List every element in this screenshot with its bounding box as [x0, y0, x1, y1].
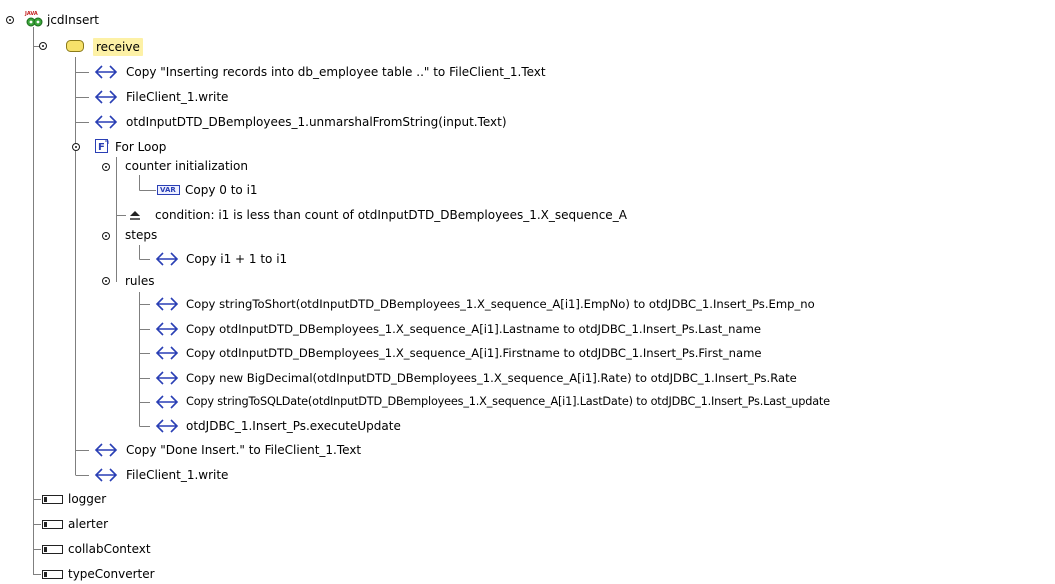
field-alerter[interactable]: alerter: [68, 515, 108, 533]
rules-item-empno[interactable]: Copy stringToShort(otdInputDTD_DBemploye…: [186, 295, 815, 313]
receive-expand-toggle[interactable]: [39, 42, 47, 50]
arrow-icon: [155, 370, 179, 386]
field-icon: [42, 494, 64, 506]
for-loop-expand-toggle[interactable]: [72, 143, 80, 151]
arrow-icon: [94, 64, 118, 80]
steps-expand-toggle[interactable]: [102, 232, 110, 240]
tree-item-copy-0-to-i1[interactable]: Copy 0 to i1: [185, 181, 258, 199]
svg-text:JAVA: JAVA: [24, 11, 38, 17]
arrow-icon: [94, 442, 118, 458]
tree-item-fileclient-write[interactable]: FileClient_1.write: [126, 88, 228, 106]
rules-item-lastdate[interactable]: Copy stringToSQLDate(otdInputDTD_DBemplo…: [186, 393, 830, 411]
rules-expand-toggle[interactable]: [102, 277, 110, 285]
rules-item-execute-update[interactable]: otdJDBC_1.Insert_Ps.executeUpdate: [186, 417, 401, 435]
field-logger[interactable]: logger: [68, 490, 106, 508]
var-icon-text: VAR: [160, 186, 176, 194]
receive-label[interactable]: receive: [93, 38, 143, 56]
rules-label[interactable]: rules: [125, 272, 155, 290]
condition-icon: [128, 208, 142, 222]
tree-item-fileclient-write-2[interactable]: FileClient_1.write: [126, 466, 228, 484]
arrow-icon: [155, 418, 179, 434]
tree-item-copy-i1-plus-1[interactable]: Copy i1 + 1 to i1: [186, 250, 287, 268]
arrow-icon: [155, 394, 179, 410]
arrow-icon: [155, 296, 179, 312]
rules-item-lastname[interactable]: Copy otdInputDTD_DBemployees_1.X_sequenc…: [186, 320, 761, 338]
tree-item-copy-done-insert[interactable]: Copy "Done Insert." to FileClient_1.Text: [126, 441, 361, 459]
root-expand-toggle[interactable]: [6, 16, 14, 24]
arrow-icon: [155, 345, 179, 361]
field-icon: [42, 544, 64, 556]
tree-item-copy-inserting[interactable]: Copy "Inserting records into db_employee…: [126, 63, 546, 81]
rules-item-rate[interactable]: Copy new BigDecimal(otdInputDTD_DBemploy…: [186, 369, 797, 387]
field-icon: [42, 569, 64, 581]
svg-text:F: F: [98, 142, 105, 153]
arrow-icon: [94, 89, 118, 105]
steps-label[interactable]: steps: [125, 226, 157, 244]
for-loop-label[interactable]: For Loop: [115, 138, 166, 156]
for-loop-icon: F: [94, 138, 110, 155]
field-type-converter[interactable]: typeConverter: [68, 565, 155, 583]
tree-item-unmarshal[interactable]: otdInputDTD_DBemployees_1.unmarshalFromS…: [126, 113, 507, 131]
folder-icon: [65, 38, 85, 54]
root-label[interactable]: jcdInsert: [47, 11, 99, 29]
condition-label[interactable]: condition: i1 is less than count of otdI…: [155, 206, 627, 224]
arrow-icon: [94, 114, 118, 130]
arrow-icon: [155, 251, 179, 267]
counter-init-expand-toggle[interactable]: [102, 163, 110, 171]
arrow-icon: [155, 321, 179, 337]
arrow-icon: [94, 467, 118, 483]
counter-init-label[interactable]: counter initialization: [125, 157, 248, 175]
field-icon: [42, 519, 64, 531]
field-collab-context[interactable]: collabContext: [68, 540, 151, 558]
java-gear-icon: JAVA: [23, 10, 45, 28]
rules-item-firstname[interactable]: Copy otdInputDTD_DBemployees_1.X_sequenc…: [186, 344, 762, 362]
